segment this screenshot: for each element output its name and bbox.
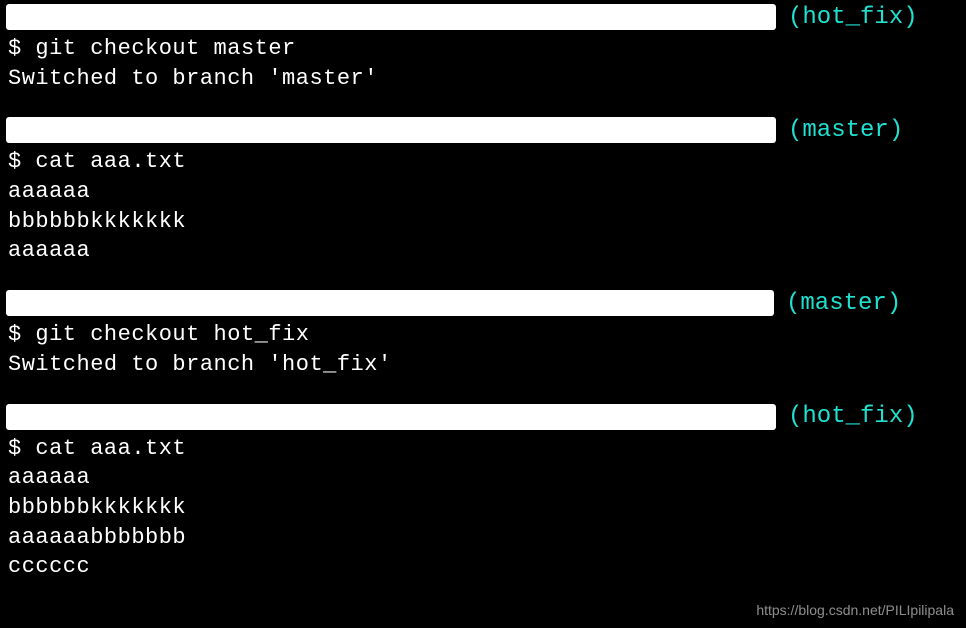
command-line[interactable]: $ git checkout master (0, 34, 966, 64)
spacer (0, 380, 966, 400)
command-text: cat aaa.txt (35, 149, 186, 174)
branch-label: (hot_fix) (776, 4, 918, 31)
output-line: bbbbbbkkkkkkk (0, 493, 966, 523)
prompt-redacted-row: (hot_fix) (0, 402, 966, 432)
command-text: git checkout hot_fix (35, 322, 309, 347)
watermark: https://blog.csdn.net/PILIpilipala (756, 602, 954, 618)
branch-label: (hot_fix) (776, 403, 918, 430)
command-text: git checkout master (35, 36, 295, 61)
redacted-bar (6, 404, 776, 430)
redacted-bar (6, 4, 776, 30)
spacer (0, 266, 966, 286)
prompt-symbol: $ (8, 436, 22, 461)
output-line: aaaaaa (0, 463, 966, 493)
output-line: cccccc (0, 552, 966, 582)
command-line[interactable]: $ cat aaa.txt (0, 147, 966, 177)
prompt-redacted-row: (master) (0, 288, 966, 318)
command-text: cat aaa.txt (35, 436, 186, 461)
command-line[interactable]: $ git checkout hot_fix (0, 320, 966, 350)
spacer (0, 93, 966, 113)
prompt-symbol: $ (8, 36, 22, 61)
prompt-symbol: $ (8, 149, 22, 174)
output-line: Switched to branch 'hot_fix' (0, 350, 966, 380)
output-line: aaaaaa (0, 236, 966, 266)
output-line: aaaaaabbbbbbb (0, 523, 966, 553)
branch-label: (master) (774, 290, 901, 317)
output-line: Switched to branch 'master' (0, 64, 966, 94)
command-line[interactable]: $ cat aaa.txt (0, 434, 966, 464)
prompt-symbol: $ (8, 322, 22, 347)
output-line: aaaaaa (0, 177, 966, 207)
output-line: bbbbbbkkkkkkk (0, 207, 966, 237)
redacted-bar (6, 290, 774, 316)
prompt-redacted-row: (master) (0, 115, 966, 145)
branch-label: (master) (776, 117, 903, 144)
redacted-bar (6, 117, 776, 143)
prompt-redacted-row: (hot_fix) (0, 2, 966, 32)
